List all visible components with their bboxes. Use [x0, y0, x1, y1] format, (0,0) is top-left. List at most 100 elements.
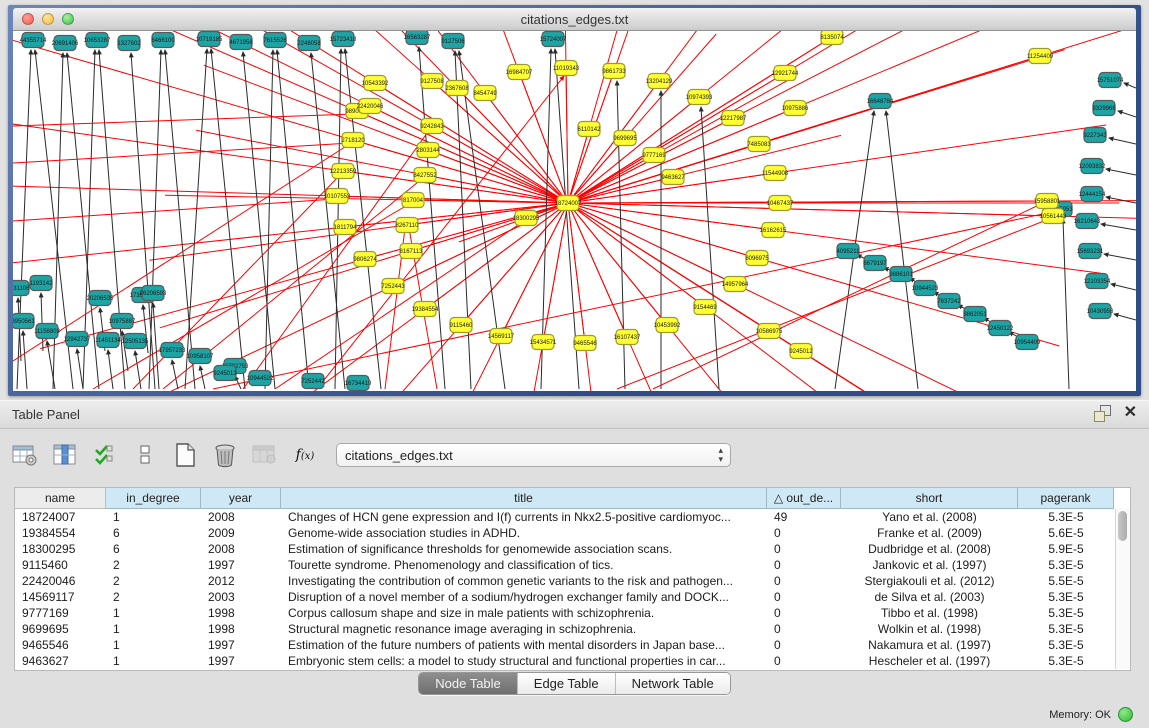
- graph-node[interactable]: 2803144: [416, 143, 440, 158]
- graph-node[interactable]: 20691406: [52, 36, 79, 51]
- graph-node[interactable]: 44355714: [20, 33, 47, 48]
- graph-node[interactable]: 9465546: [573, 336, 597, 351]
- tab-edge-table[interactable]: Edge Table: [517, 673, 615, 694]
- graph-node[interactable]: 7252443: [381, 279, 405, 294]
- graph-node[interactable]: 11451134: [95, 333, 121, 348]
- graph-node[interactable]: 9886101: [889, 267, 913, 282]
- graph-node[interactable]: 7615526: [263, 33, 287, 48]
- graph-node[interactable]: 9154469: [693, 300, 717, 315]
- graph-node[interactable]: 14957964: [722, 277, 749, 292]
- graph-node[interactable]: 9463627: [661, 170, 685, 185]
- column-header-out_degree[interactable]: △ out_de...: [767, 488, 841, 509]
- close-panel-icon[interactable]: ✕: [1124, 405, 1137, 421]
- graph-node[interactable]: 16563287: [404, 31, 431, 45]
- graph-node[interactable]: 16648784: [867, 94, 894, 109]
- column-header-title[interactable]: title: [281, 488, 767, 509]
- graph-node[interactable]: 10107553: [324, 189, 351, 204]
- graph-node[interactable]: 6466100: [151, 33, 175, 48]
- graph-node[interactable]: 10467437: [767, 196, 794, 211]
- table-selector-dropdown[interactable]: citations_edges.txt ▴▾: [336, 443, 731, 467]
- graph-node[interactable]: 19384554: [412, 302, 439, 317]
- graph-node[interactable]: 9699695: [613, 131, 637, 146]
- graph-node[interactable]: 1811794: [334, 220, 358, 235]
- graph-node[interactable]: 7637242: [937, 294, 961, 309]
- graph-node[interactable]: 10586975: [756, 324, 783, 339]
- graph-node[interactable]: 10958107: [187, 349, 214, 364]
- function-builder-icon[interactable]: f(x): [290, 440, 320, 470]
- graph-node[interactable]: 9806274: [353, 252, 377, 267]
- table-row[interactable]: 2242004622012Investigating the contribut…: [15, 573, 1130, 589]
- column-header-year[interactable]: year: [201, 488, 281, 509]
- graph-node[interactable]: 9862051: [963, 307, 987, 322]
- table-row[interactable]: 1830029562008Estimation of significance …: [15, 541, 1130, 557]
- graph-node[interactable]: 4095211: [837, 244, 861, 259]
- table-row[interactable]: 969969511998Structural magnetic resonanc…: [15, 621, 1130, 637]
- graph-node[interactable]: 16984707: [506, 65, 533, 80]
- graph-node[interactable]: 10954409: [1014, 335, 1041, 350]
- new-document-icon[interactable]: [170, 440, 200, 470]
- minimize-window-icon[interactable]: [42, 13, 54, 25]
- table-row[interactable]: 1872400712008Changes of HCN gene express…: [15, 509, 1130, 525]
- window-titlebar[interactable]: citations_edges.txt: [13, 8, 1136, 31]
- graph-node[interactable]: 12093832: [1079, 159, 1106, 174]
- graph-node[interactable]: 9242843: [420, 119, 444, 134]
- graph-node[interactable]: 8135074: [820, 31, 844, 45]
- graph-node[interactable]: 10653287: [84, 33, 111, 48]
- graph-node[interactable]: 16210643: [1074, 214, 1101, 229]
- graph-node[interactable]: 9127506: [441, 34, 465, 49]
- column-header-pagerank[interactable]: pagerank: [1018, 488, 1114, 509]
- graph-node[interactable]: 17957233: [159, 343, 186, 358]
- graph-node[interactable]: 10975887: [109, 314, 136, 329]
- graph-node[interactable]: 2718120: [341, 133, 365, 148]
- table-row[interactable]: 911546021997Tourette syndrome. Phenomeno…: [15, 557, 1130, 573]
- vertical-scrollbar[interactable]: [1115, 509, 1130, 669]
- graph-node[interactable]: 7252442: [301, 374, 325, 389]
- select-all-icon[interactable]: [90, 440, 120, 470]
- graph-node[interactable]: 15723418: [330, 32, 357, 47]
- graph-node[interactable]: 8454749: [473, 86, 497, 101]
- graph-node[interactable]: 12213359: [330, 164, 357, 179]
- graph-node[interactable]: 16162615: [760, 223, 787, 238]
- graph-node[interactable]: 10944522: [247, 371, 274, 386]
- graph-node[interactable]: 9227343: [1083, 128, 1107, 143]
- graph-node[interactable]: 22420046: [357, 99, 384, 114]
- graph-node[interactable]: 10974393: [686, 90, 713, 105]
- graph-node[interactable]: 16734419: [345, 376, 372, 391]
- graph-node[interactable]: 8267110: [396, 218, 420, 233]
- graph-node[interactable]: 9245012: [789, 344, 813, 359]
- graph-node[interactable]: 8950561: [13, 314, 35, 329]
- deselect-all-icon[interactable]: [130, 440, 160, 470]
- delete-table-icon[interactable]: [250, 440, 280, 470]
- graph-node[interactable]: 2248058: [297, 36, 321, 51]
- zoom-window-icon[interactable]: [62, 13, 74, 25]
- table-row[interactable]: 946554611997Estimation of the future num…: [15, 637, 1130, 653]
- graph-node[interactable]: 15751074: [1097, 73, 1124, 88]
- graph-node[interactable]: 1327602: [117, 36, 141, 51]
- tab-node-table[interactable]: Node Table: [419, 673, 517, 694]
- graph-node[interactable]: 12921744: [772, 66, 799, 81]
- graph-node[interactable]: 2367608: [445, 81, 469, 96]
- graph-node[interactable]: 8427552: [413, 168, 437, 183]
- graph-node[interactable]: 12942737: [64, 332, 91, 347]
- scrollbar-thumb[interactable]: [1118, 511, 1127, 541]
- tab-network-table[interactable]: Network Table: [615, 673, 730, 694]
- graph-node[interactable]: 15958801: [1034, 194, 1061, 209]
- graph-node[interactable]: 26206593: [140, 286, 167, 301]
- graph-node[interactable]: 12217987: [720, 111, 747, 126]
- graph-node[interactable]: 12450122: [987, 321, 1014, 336]
- graph-node[interactable]: 6679197: [863, 256, 887, 271]
- graph-node[interactable]: 9861733: [602, 64, 626, 79]
- graph-node[interactable]: 13204129: [646, 74, 673, 89]
- graph-node[interactable]: 10430958: [1087, 304, 1114, 319]
- graph-node[interactable]: 9127508: [420, 74, 444, 89]
- column-header-in_degree[interactable]: in_degree: [106, 488, 201, 509]
- graph-node[interactable]: 10944523: [912, 281, 939, 296]
- float-window-icon[interactable]: [1094, 405, 1110, 421]
- graph-node[interactable]: 9331106: [13, 281, 30, 296]
- graph-node[interactable]: 11254409: [1027, 49, 1054, 64]
- column-header-short[interactable]: short: [841, 488, 1018, 509]
- graph-node[interactable]: 8167113: [400, 244, 424, 259]
- graph-node[interactable]: 9777169: [642, 148, 666, 163]
- graph-node[interactable]: 16107437: [614, 330, 641, 345]
- graph-node[interactable]: 9115460: [450, 318, 474, 333]
